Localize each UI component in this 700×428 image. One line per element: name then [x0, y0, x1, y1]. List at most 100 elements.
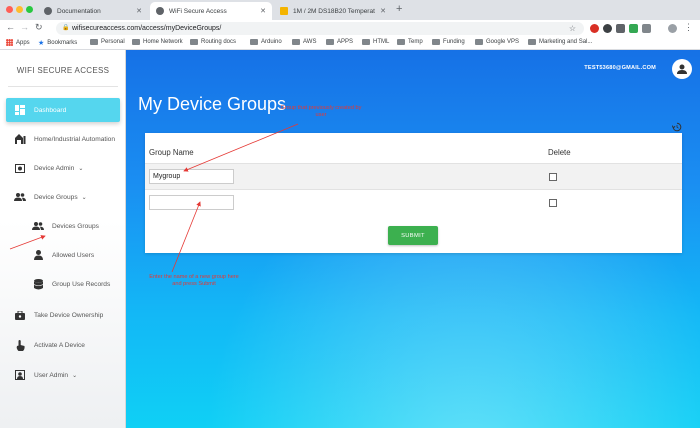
table-row: [145, 163, 682, 189]
url-bar[interactable]: 🔒 wifisecureaccess.com/access/myDeviceGr…: [56, 22, 584, 35]
close-tab-icon[interactable]: ✕: [260, 7, 266, 15]
bookmark-folder[interactable]: Arduino: [250, 39, 282, 45]
sidebar-item-user-admin[interactable]: User Admin ⌄: [6, 363, 120, 387]
chevron-down-icon: ⌄: [72, 372, 78, 379]
extension-icon[interactable]: [642, 24, 651, 33]
sidebar-item-label: Dashboard: [34, 106, 67, 114]
profile-avatar[interactable]: [668, 24, 677, 33]
new-tab-button[interactable]: +: [396, 3, 402, 15]
reload-icon[interactable]: ↻: [35, 22, 43, 33]
user-avatar[interactable]: [672, 59, 692, 79]
sidebar-item-take-device-ownership[interactable]: Take Device Ownership: [6, 303, 120, 327]
globe-icon: [44, 7, 52, 15]
extension-icon[interactable]: [629, 24, 638, 33]
bookmark-folder[interactable]: Temp: [397, 39, 423, 45]
history-icon[interactable]: [672, 122, 682, 132]
bookmark-folder[interactable]: Funding: [432, 39, 465, 45]
sidebar-item-group-use-records[interactable]: Group Use Records: [6, 272, 120, 296]
sidebar-item-allowed-users[interactable]: Allowed Users: [6, 243, 120, 267]
sidebar-item-activate-device[interactable]: Activate A Device: [6, 333, 120, 357]
close-window-button[interactable]: [6, 6, 13, 13]
folder-icon: [432, 39, 440, 45]
delete-checkbox[interactable]: [549, 173, 557, 181]
sidebar-item-label: User Admin: [34, 371, 69, 379]
extension-icon[interactable]: [603, 24, 612, 33]
sidebar-item-device-groups[interactable]: Device Groups ⌄: [6, 185, 120, 209]
table-row: [145, 189, 682, 215]
chevron-down-icon: ⌄: [81, 194, 87, 201]
folder-icon: [90, 39, 98, 45]
bookmark-folder[interactable]: HTML: [362, 39, 389, 45]
sidebar-item-automation[interactable]: Home/Industrial Automation: [6, 127, 120, 151]
folder-icon: [362, 39, 370, 45]
column-header-group-name: Group Name: [149, 148, 194, 157]
folder-icon: [190, 39, 198, 45]
sidebar-item-label: Take Device Ownership: [34, 311, 104, 319]
folder-icon: [475, 39, 483, 45]
bookmark-folder[interactable]: Personal: [90, 39, 125, 45]
document-icon: [280, 7, 288, 15]
bookmark-folder[interactable]: APPS: [326, 39, 353, 45]
browser-tab-bar: Documentation ✕ WiFi Secure Access ✕ 1M …: [0, 0, 700, 20]
device-admin-icon: [14, 162, 26, 174]
app-page: WIFI SECURE ACCESS Dashboard Home/Indust…: [0, 50, 700, 428]
browser-tab-active[interactable]: WiFi Secure Access ✕: [150, 2, 272, 20]
bookmark-star-icon[interactable]: ☆: [569, 22, 576, 35]
bookmark-folder[interactable]: Home Network: [132, 39, 183, 45]
globe-icon: [156, 7, 164, 15]
sidebar-item-label: Group Use Records: [52, 280, 111, 288]
sidebar-item-device-admin[interactable]: Device Admin ⌄: [6, 156, 120, 180]
table-header: Group Name Delete: [145, 141, 682, 163]
url-text: wifisecureaccess.com/access/myDeviceGrou…: [72, 25, 222, 32]
dashboard-icon: [14, 104, 26, 116]
minimize-window-button[interactable]: [16, 6, 23, 13]
automation-icon: [14, 133, 26, 145]
sidebar-item-label: Allowed Users: [52, 251, 95, 259]
bookmark-bookmarks[interactable]: ★ Bookmarks: [38, 39, 77, 47]
bookmark-folder[interactable]: Routing docs: [190, 39, 236, 45]
close-tab-icon[interactable]: ✕: [136, 7, 142, 15]
annotation-note: Group that previously created by user: [280, 105, 362, 118]
folder-icon: [250, 39, 258, 45]
sidebar-item-label: Device Admin: [34, 164, 75, 172]
tab-title: WiFi Secure Access: [169, 7, 227, 15]
divider: [8, 86, 118, 87]
browser-tab[interactable]: Documentation ✕: [38, 2, 148, 20]
tab-title: 1M / 2M DS18B20 Temperature: [293, 7, 375, 15]
bookmark-folder[interactable]: AWS: [292, 39, 316, 45]
people-icon: [14, 191, 26, 203]
extension-icon[interactable]: [590, 24, 599, 33]
browser-menu-icon[interactable]: ⋮: [684, 22, 693, 33]
zoom-window-button[interactable]: [26, 6, 33, 13]
folder-icon: [292, 39, 300, 45]
new-group-name-input[interactable]: [149, 195, 234, 210]
main-content: TEST53680@GMAIL.COM My Device Groups Gro…: [126, 50, 700, 428]
close-tab-icon[interactable]: ✕: [380, 7, 386, 15]
chevron-down-icon: ⌄: [78, 165, 84, 172]
address-bar-row: ← → ↻ 🔒 wifisecureaccess.com/access/myDe…: [0, 20, 700, 36]
user-admin-icon: [14, 369, 26, 381]
tab-title: Documentation: [57, 7, 101, 15]
forward-icon[interactable]: →: [20, 22, 29, 32]
folder-icon: [528, 39, 536, 45]
star-icon: ★: [38, 40, 45, 47]
bookmark-folder[interactable]: Marketing and Sal...: [528, 39, 592, 45]
browser-tab[interactable]: 1M / 2M DS18B20 Temperature ✕: [274, 2, 392, 20]
sidebar-item-label: Devices Groups: [52, 222, 99, 230]
folder-icon: [132, 39, 140, 45]
folder-icon: [326, 39, 334, 45]
sidebar-item-devices-groups[interactable]: Devices Groups: [6, 214, 120, 238]
brand-logo: WIFI SECURE ACCESS: [16, 66, 110, 75]
group-name-input[interactable]: [149, 169, 234, 184]
submit-button[interactable]: SUBMIT: [388, 226, 438, 245]
sidebar-item-label: Home/Industrial Automation: [34, 135, 115, 143]
extension-icon[interactable]: [616, 24, 625, 33]
touch-icon: [14, 339, 26, 351]
sidebar-item-dashboard[interactable]: Dashboard: [6, 98, 120, 122]
back-icon[interactable]: ←: [6, 22, 15, 32]
lock-icon: 🔒: [62, 25, 70, 31]
database-icon: [32, 278, 44, 290]
bookmark-apps[interactable]: Apps: [6, 39, 30, 46]
delete-checkbox[interactable]: [549, 199, 557, 207]
bookmark-folder[interactable]: Google VPS: [475, 39, 519, 45]
